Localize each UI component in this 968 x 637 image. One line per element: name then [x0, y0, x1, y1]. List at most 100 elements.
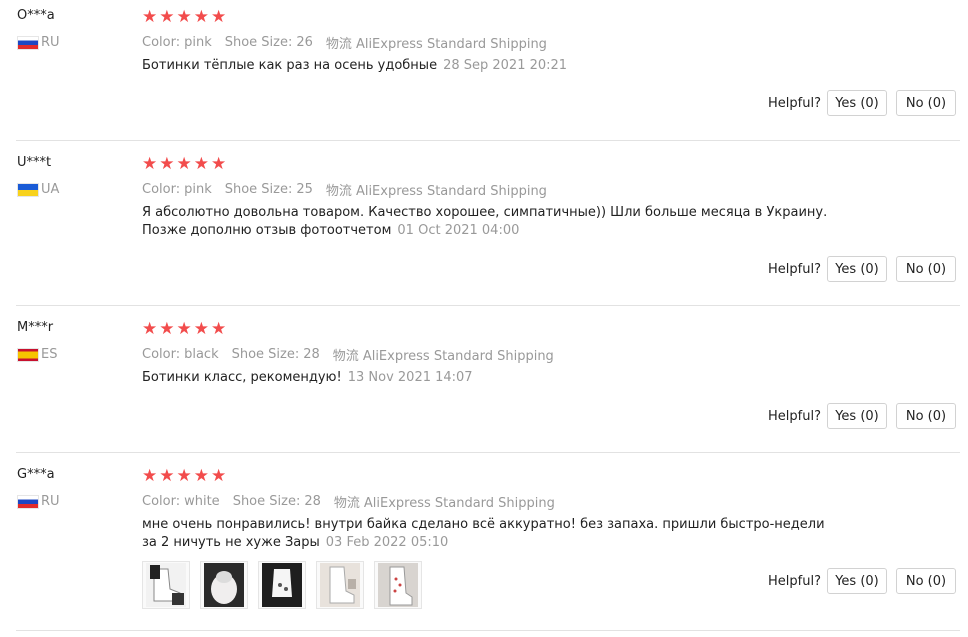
star-icon: ★ — [176, 154, 192, 174]
divider — [16, 305, 960, 306]
divider — [16, 452, 960, 453]
review-body: мне очень понравились! внутри байка сдел… — [142, 517, 825, 550]
country-code: RU — [41, 35, 60, 50]
size-label: Shoe Size: — [232, 494, 301, 509]
review-body: Ботинки тёплые как раз на осень удобные — [142, 58, 438, 73]
review-photo-thumbnail[interactable] — [374, 561, 422, 609]
flag-russia-icon — [17, 35, 39, 50]
helpful-yes-button[interactable]: Yes (0) — [827, 403, 887, 429]
reviewer-name: O***a — [17, 8, 55, 23]
review-date: 03 Feb 2022 05:10 — [325, 535, 449, 550]
star-icon: ★ — [176, 466, 192, 486]
reviewer-country: RU — [17, 35, 60, 50]
star-rating: ★ ★ ★ ★ ★ — [142, 156, 226, 173]
country-code: UA — [41, 182, 60, 197]
review-date: 01 Oct 2021 04:00 — [397, 223, 520, 238]
star-rating: ★ ★ ★ ★ ★ — [142, 9, 226, 26]
flag-russia-icon — [17, 494, 39, 509]
review-photos — [142, 561, 422, 609]
review-date: 13 Nov 2021 14:07 — [347, 370, 473, 385]
country-code: RU — [41, 494, 60, 509]
star-icon: ★ — [211, 466, 227, 486]
star-icon: ★ — [193, 319, 209, 339]
review-photo-thumbnail[interactable] — [200, 561, 248, 609]
star-icon: ★ — [176, 319, 192, 339]
size-value: 26 — [296, 35, 313, 50]
review-text: Я абсолютно довольна товаром. Качество х… — [142, 204, 842, 240]
color-label: Color: — [142, 494, 181, 509]
shipping-label: 物流 — [333, 496, 360, 511]
shipping-label: 物流 — [325, 184, 352, 199]
divider — [16, 140, 960, 141]
helpful-yes-button[interactable]: Yes (0) — [827, 256, 887, 282]
star-icon: ★ — [142, 154, 158, 174]
reviewer-country: UA — [17, 182, 59, 197]
star-icon: ★ — [211, 7, 227, 27]
shipping-value: AliExpress Standard Shipping — [362, 349, 554, 364]
color-value: white — [184, 494, 220, 509]
review-text: Ботинки тёплые как раз на осень удобные 2… — [142, 57, 842, 75]
size-label: Shoe Size: — [231, 347, 300, 362]
review-photo-thumbnail[interactable] — [142, 561, 190, 609]
star-icon: ★ — [193, 466, 209, 486]
star-icon: ★ — [142, 466, 158, 486]
helpful-yes-button[interactable]: Yes (0) — [827, 568, 887, 594]
boot-photo-icon — [262, 563, 302, 607]
star-rating: ★ ★ ★ ★ ★ — [142, 321, 226, 338]
reviewer-name: G***a — [17, 467, 55, 482]
star-icon: ★ — [211, 319, 227, 339]
star-icon: ★ — [159, 154, 175, 174]
star-icon: ★ — [211, 154, 227, 174]
star-icon: ★ — [159, 319, 175, 339]
reviewer-name: U***t — [17, 155, 52, 170]
star-icon: ★ — [176, 7, 192, 27]
helpful-label: Helpful? — [768, 574, 821, 589]
star-rating: ★ ★ ★ ★ ★ — [142, 468, 226, 485]
shipping-label: 物流 — [325, 37, 352, 52]
review-text: Ботинки класс, рекомендую! 13 Nov 2021 14… — [142, 369, 842, 387]
shipping-value: AliExpress Standard Shipping — [355, 37, 547, 52]
size-label: Shoe Size: — [224, 35, 293, 50]
helpful-no-button[interactable]: No (0) — [896, 256, 956, 282]
review-text: мне очень понравились! внутри байка сдел… — [142, 516, 842, 552]
star-icon: ★ — [159, 466, 175, 486]
shipping-value: AliExpress Standard Shipping — [363, 496, 555, 511]
color-label: Color: — [142, 182, 181, 197]
star-icon: ★ — [142, 319, 158, 339]
helpful-label: Helpful? — [768, 96, 821, 111]
flag-spain-icon — [17, 347, 39, 362]
star-icon: ★ — [193, 154, 209, 174]
color-value: pink — [184, 182, 212, 197]
reviewer-country: RU — [17, 494, 60, 509]
helpful-no-button[interactable]: No (0) — [896, 568, 956, 594]
review-body: Ботинки класс, рекомендую! — [142, 370, 342, 385]
divider — [16, 630, 960, 631]
boot-photo-icon — [146, 563, 186, 607]
boot-photo-icon — [320, 563, 360, 607]
shipping-value: AliExpress Standard Shipping — [355, 184, 547, 199]
color-label: Color: — [142, 347, 181, 362]
size-value: 28 — [304, 494, 321, 509]
reviewer-name: M***r — [17, 320, 54, 335]
review-meta: Color: white Shoe Size: 28 物流 AliExpress St… — [142, 492, 568, 511]
color-value: black — [184, 347, 219, 362]
helpful-no-button[interactable]: No (0) — [896, 403, 956, 429]
review-photo-thumbnail[interactable] — [258, 561, 306, 609]
size-value: 28 — [303, 347, 320, 362]
boot-photo-icon — [204, 563, 244, 607]
shipping-label: 物流 — [332, 349, 359, 364]
review-date: 28 Sep 2021 20:21 — [443, 58, 568, 73]
helpful-yes-button[interactable]: Yes (0) — [827, 90, 887, 116]
star-icon: ★ — [159, 7, 175, 27]
helpful-no-button[interactable]: No (0) — [896, 90, 956, 116]
helpful-label: Helpful? — [768, 409, 821, 424]
color-label: Color: — [142, 35, 181, 50]
review-photo-thumbnail[interactable] — [316, 561, 364, 609]
country-code: ES — [41, 347, 58, 362]
star-icon: ★ — [142, 7, 158, 27]
review-meta: Color: pink Shoe Size: 26 物流 AliExpress Sta… — [142, 33, 560, 52]
size-value: 25 — [296, 182, 313, 197]
boot-photo-icon — [378, 563, 418, 607]
helpful-label: Helpful? — [768, 262, 821, 277]
review-meta: Color: black Shoe Size: 28 物流 AliExpress St… — [142, 345, 567, 364]
